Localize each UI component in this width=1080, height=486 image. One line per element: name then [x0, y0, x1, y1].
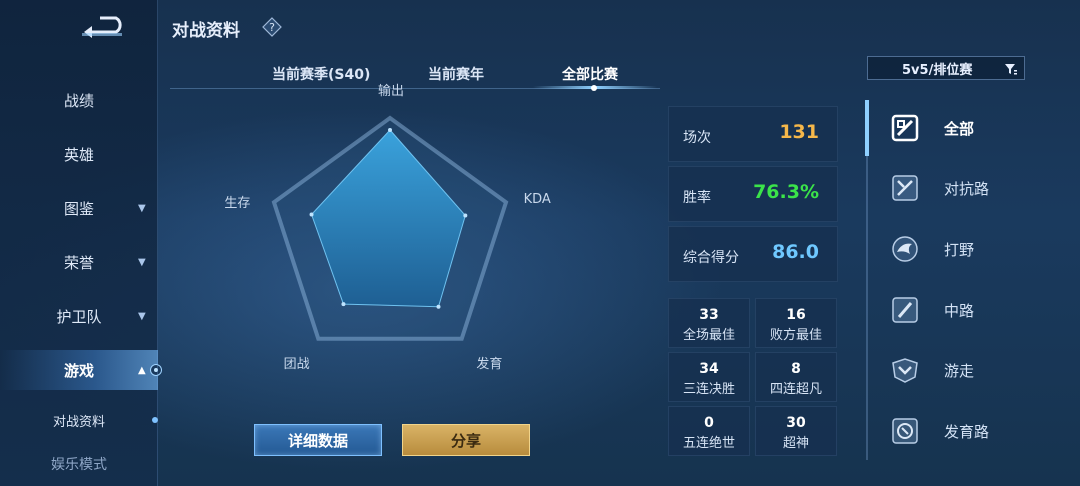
- role-active-indicator: [865, 100, 869, 156]
- achievement-losing-mvp: 16 败方最佳: [755, 298, 837, 348]
- achievement-quadra-kill: 8 四连超凡: [755, 352, 837, 402]
- sidebar-subitem-fun-mode[interactable]: 娱乐模式: [0, 444, 158, 484]
- role-label: 打野: [944, 240, 975, 259]
- sidebar-item-label: 娱乐模式: [51, 457, 107, 473]
- stat-matches: 场次 131: [668, 106, 838, 162]
- sidebar-subitem-battle-data[interactable]: 对战资料: [0, 400, 158, 440]
- stat-value: 131: [779, 121, 819, 143]
- role-label: 对抗路: [944, 179, 990, 198]
- sidebar-item-record[interactable]: 战绩: [0, 80, 158, 120]
- stat-score: 综合得分 86.0: [668, 226, 838, 282]
- achievement-legendary: 30 超神: [755, 406, 837, 456]
- clash-lane-icon: [892, 175, 918, 201]
- jungle-icon: [892, 236, 918, 262]
- achievement-count: 33: [699, 307, 719, 323]
- sidebar-item-heroes[interactable]: 英雄: [0, 134, 158, 174]
- radar-axis-label-growth: 发育: [476, 357, 503, 373]
- radar-axis-label-teamfight: 团战: [283, 357, 310, 373]
- radar-vertex: [463, 213, 468, 218]
- role-item-mid-lane[interactable]: 中路: [890, 290, 1060, 330]
- achievement-label: 全场最佳: [682, 328, 735, 343]
- chevron-up-icon: ▲: [138, 364, 146, 376]
- detail-data-button[interactable]: 详细数据: [254, 424, 382, 456]
- filter-icon: [1005, 64, 1017, 75]
- radar-vertex: [388, 128, 392, 132]
- selected-indicator-icon: [150, 364, 162, 376]
- radar-axis-label-survival: 生存: [224, 195, 251, 211]
- share-button[interactable]: 分享: [402, 424, 530, 456]
- back-arrow-icon[interactable]: [78, 14, 128, 38]
- active-tab-indicator: [591, 85, 597, 91]
- achievement-count: 0: [704, 415, 714, 431]
- role-item-jungle[interactable]: 打野: [890, 229, 1060, 269]
- achievement-label: 四连超凡: [769, 382, 822, 397]
- role-item-farm-lane[interactable]: 发育路: [890, 411, 1060, 451]
- sidebar-item-guard-team[interactable]: 护卫队 ▼: [0, 296, 158, 336]
- achievement-count: 8: [791, 361, 801, 377]
- svg-text:?: ?: [269, 21, 275, 34]
- sidebar-item-label: 图鉴: [63, 199, 94, 218]
- achievement-mvp: 33 全场最佳: [668, 298, 750, 348]
- sidebar-item-label: 英雄: [63, 145, 94, 164]
- achievement-penta-kill: 0 五连绝世: [668, 406, 750, 456]
- role-item-all[interactable]: 全部: [890, 108, 1060, 148]
- stat-winrate: 胜率 76.3%: [668, 166, 838, 222]
- achievement-count: 30: [786, 415, 806, 431]
- achievement-label: 三连决胜: [682, 382, 735, 397]
- role-label: 游走: [944, 361, 975, 380]
- sidebar-item-label: 游戏: [63, 361, 94, 380]
- chevron-down-icon: ▼: [138, 256, 146, 268]
- sidebar-item-codex[interactable]: 图鉴 ▼: [0, 188, 158, 228]
- sidebar-item-label: 荣誉: [63, 253, 94, 272]
- sidebar-item-label: 护卫队: [56, 307, 102, 326]
- stat-label: 综合得分: [683, 250, 739, 266]
- achievement-label: 超神: [782, 436, 809, 451]
- mid-lane-icon: [892, 297, 918, 323]
- tab-current-season[interactable]: 当前赛季(S40): [272, 64, 370, 84]
- mode-filter-label: 5v5/排位赛: [902, 62, 973, 78]
- stat-label: 场次: [683, 130, 711, 146]
- page-title: 对战资料: [172, 21, 240, 41]
- sidebar-item-label: 战绩: [63, 91, 94, 110]
- radar-vertex: [436, 304, 441, 309]
- sidebar-item-honor[interactable]: 荣誉 ▼: [0, 242, 158, 282]
- stat-value: 86.0: [772, 241, 819, 263]
- achievement-count: 34: [699, 361, 719, 377]
- tab-all-matches[interactable]: 全部比赛: [562, 64, 618, 84]
- role-label: 发育路: [944, 422, 990, 441]
- achievement-triple-kill: 34 三连决胜: [668, 352, 750, 402]
- ability-radar-chart: 输出 KDA 发育 团战 生存: [200, 84, 600, 400]
- radar-axis-label-output: 输出: [378, 84, 405, 99]
- tab-current-year[interactable]: 当前赛年: [428, 64, 484, 84]
- chevron-down-icon: ▼: [138, 310, 146, 322]
- role-label: 中路: [944, 301, 975, 320]
- radar-svg: [271, 115, 509, 341]
- farm-lane-icon: [892, 418, 918, 444]
- radar-vertex: [341, 302, 346, 307]
- achievement-count: 16: [786, 307, 806, 323]
- role-item-clash-lane[interactable]: 对抗路: [890, 168, 1060, 208]
- role-item-roam[interactable]: 游走: [890, 350, 1060, 390]
- stat-value: 76.3%: [753, 181, 819, 203]
- help-icon[interactable]: ?: [262, 17, 282, 37]
- radar-axis-label-kda: KDA: [523, 191, 551, 207]
- role-label: 全部: [944, 119, 975, 138]
- all-roles-icon: [891, 114, 919, 142]
- chevron-down-icon: ▼: [138, 202, 146, 214]
- radar-vertex: [309, 212, 314, 217]
- achievement-label: 五连绝世: [682, 436, 735, 451]
- achievement-label: 败方最佳: [769, 328, 822, 343]
- roam-icon: [892, 358, 918, 383]
- stat-label: 胜率: [683, 190, 711, 206]
- sidebar-item-game[interactable]: 游戏 ▲: [0, 350, 162, 390]
- current-dot-icon: [152, 417, 158, 423]
- sidebar-item-label: 对战资料: [52, 414, 105, 430]
- sidebar: 战绩 英雄 图鉴 ▼ 荣誉 ▼ 护卫队 ▼ 游戏 ▲ 对战资料 娱乐模式: [0, 0, 162, 486]
- mode-filter-dropdown[interactable]: 5v5/排位赛: [867, 56, 1025, 80]
